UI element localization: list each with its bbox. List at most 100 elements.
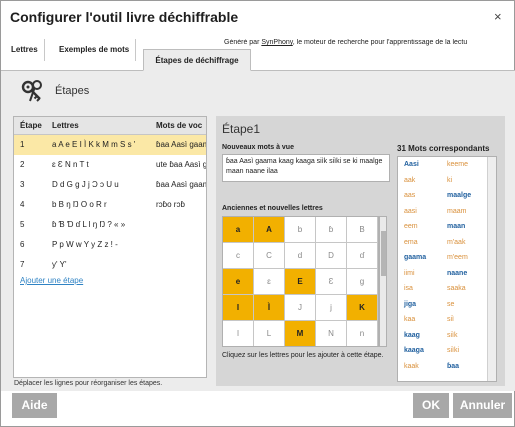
step-words: ute ɓaa Aasì g [156,160,207,169]
letter-cell[interactable]: I [223,295,254,321]
step-detail-panel: Étape1 Nouveaux mots à vue ɓaa Aasì gaam… [216,116,505,386]
step-number: 3 [20,180,25,189]
step-letters: ɓ Ɓ Ɗ ɗ L l ŋ Ŋ ? « » [52,220,126,229]
tab-etapes-de-dechiffrage[interactable]: Étapes de déchiffrage [143,49,251,71]
tab-exemples-de-mots[interactable]: Exemples de mots [53,39,137,61]
matching-word: kaa [404,316,416,323]
step-letters: ɛ Ɛ N n T t [52,160,89,169]
step-number: 5 [20,220,25,229]
letters-scroll-thumb[interactable] [381,231,386,276]
letter-cell[interactable]: N [316,321,347,346]
col-header-step[interactable]: Étape [20,117,44,135]
letter-cell[interactable]: B [347,217,378,243]
table-row[interactable]: 7 y' Y' [14,255,206,275]
matching-word: ɓaa [447,362,460,370]
step-words: rɔɓo rɔɓ [156,200,185,209]
step-letters: y' Y' [52,260,67,269]
matching-word: aasi [404,207,417,215]
letter-cell[interactable]: b [285,217,316,243]
letter-cell[interactable]: K [347,295,378,321]
credit-suffix: , le moteur de recherche pour l'apprenti… [292,39,468,46]
step-number: 4 [20,200,25,209]
add-step-link[interactable]: Ajouter une étape [20,276,83,285]
step-letters: a A e E I Ì K k M m S s ' [52,140,136,149]
col-header-letters[interactable]: Lettres [52,117,152,135]
table-row[interactable]: 2 ɛ Ɛ N n T t ute ɓaa Aasì g [14,155,207,175]
matching-word: eem [404,223,418,230]
matching-word: naane [447,269,468,277]
letter-cell[interactable]: Ì [254,295,285,321]
steps-heading: Étapes [55,85,90,97]
matching-word: siìk [447,331,458,339]
matching-word: gaama [404,254,427,261]
letter-cell[interactable]: j [316,295,347,321]
letter-cell[interactable]: A [254,217,285,243]
letter-cell[interactable]: ɛ [254,269,285,295]
letter-cell[interactable]: E [285,269,316,295]
matching-word: m'eem [447,254,468,261]
help-button[interactable]: Aide [12,393,57,418]
matching-word: jiga [404,300,417,308]
letters-grid: aAbɓBcCdDɗ eɛEƐg IÌJjKlLMNn [222,216,379,347]
ok-button[interactable]: OK [413,393,449,418]
letter-cell[interactable]: ɗ [347,243,378,269]
matches-scrollbar[interactable] [487,157,496,381]
matching-word: Aasi [404,161,419,168]
step-number: 6 [20,240,25,249]
cancel-button[interactable]: Annuler [453,393,512,418]
matching-word: kaak [404,362,419,370]
matching-word: saaka [447,285,466,292]
table-row[interactable]: 6 P p W w Y y Z z ! - [14,235,206,255]
matching-word: aas [404,192,416,199]
credit-prefix: Généré par [224,39,262,46]
matching-word: ema [404,238,418,246]
letter-cell[interactable]: C [254,243,285,269]
letter-cell[interactable]: e [223,269,254,295]
step-letters: b B ŋ Ŋ O o R r [52,200,107,209]
letter-cell[interactable]: a [223,217,254,243]
letter-cell[interactable]: L [254,321,285,346]
letter-cell[interactable]: g [347,269,378,295]
synphony-link[interactable]: SynPhony [261,39,292,46]
table-row[interactable]: 4 b B ŋ Ŋ O o R r rɔɓo rɔɓ [14,195,206,215]
table-row[interactable]: 3 D d G g J j Ɔ ɔ U u ɓaa Aasì gaam [14,175,207,195]
matching-word: maalge [447,192,472,199]
step-letters: D d G g J j Ɔ ɔ U u [52,180,119,189]
dialog-window: Configurer l'outil livre déchiffrable × … [0,0,515,427]
close-icon[interactable]: × [494,9,502,24]
letter-cell[interactable]: Ɛ [316,269,347,295]
letters-scrollbar[interactable] [379,216,387,347]
matching-word: m'aak [447,238,466,246]
matching-word: iimi [404,269,415,277]
col-header-words[interactable]: Mots de voc [156,117,206,135]
letters-hint: Cliquez sur les lettres pour les ajouter… [222,352,384,359]
letter-cell[interactable]: c [223,243,254,269]
letter-cell[interactable]: d [285,243,316,269]
matching-word: siì [447,316,454,323]
matching-words-list: Aasi keeme aak ki aas maalge aasi maam eem maan em… [397,156,497,382]
letter-cell[interactable]: ɓ [316,217,347,243]
step-letters: P p W w Y y Z z ! - [52,240,118,249]
matching-word: maan [447,223,466,230]
letter-cell[interactable]: J [285,295,316,321]
step-title: Étape1 [222,122,261,136]
matching-word: maam [447,207,467,215]
step-number: 7 [20,260,25,269]
table-row[interactable]: 1 a A e E I Ì K k M m S s ' ɓaa Aasì gaa… [14,135,206,155]
tab-lettres[interactable]: Lettres [5,39,45,61]
new-words-label: Nouveaux mots à vue [222,144,294,151]
dialog-title: Configurer l'outil livre déchiffrable [10,9,239,25]
matching-word: keeme [447,161,469,168]
new-words-field[interactable]: ɓaa Aasì gaama kaag kaaga siìk siìki se … [222,154,390,182]
letter-cell[interactable]: D [316,243,347,269]
letter-cell[interactable]: n [347,321,378,346]
letters-label: Anciennes et nouvelles lettres [222,205,323,212]
credit-text: Généré par SynPhony, le moteur de recher… [224,39,514,46]
matching-word: kaag [404,331,420,339]
letter-cell[interactable]: M [285,321,316,346]
step-words: ɓaa Aasì gaam [156,180,207,189]
letter-cell[interactable]: l [223,321,254,346]
table-row[interactable]: 5 ɓ Ɓ Ɗ ɗ L l ŋ Ŋ ? « » [14,215,206,235]
step-number: 1 [20,140,25,149]
matching-word: ki [447,176,453,184]
